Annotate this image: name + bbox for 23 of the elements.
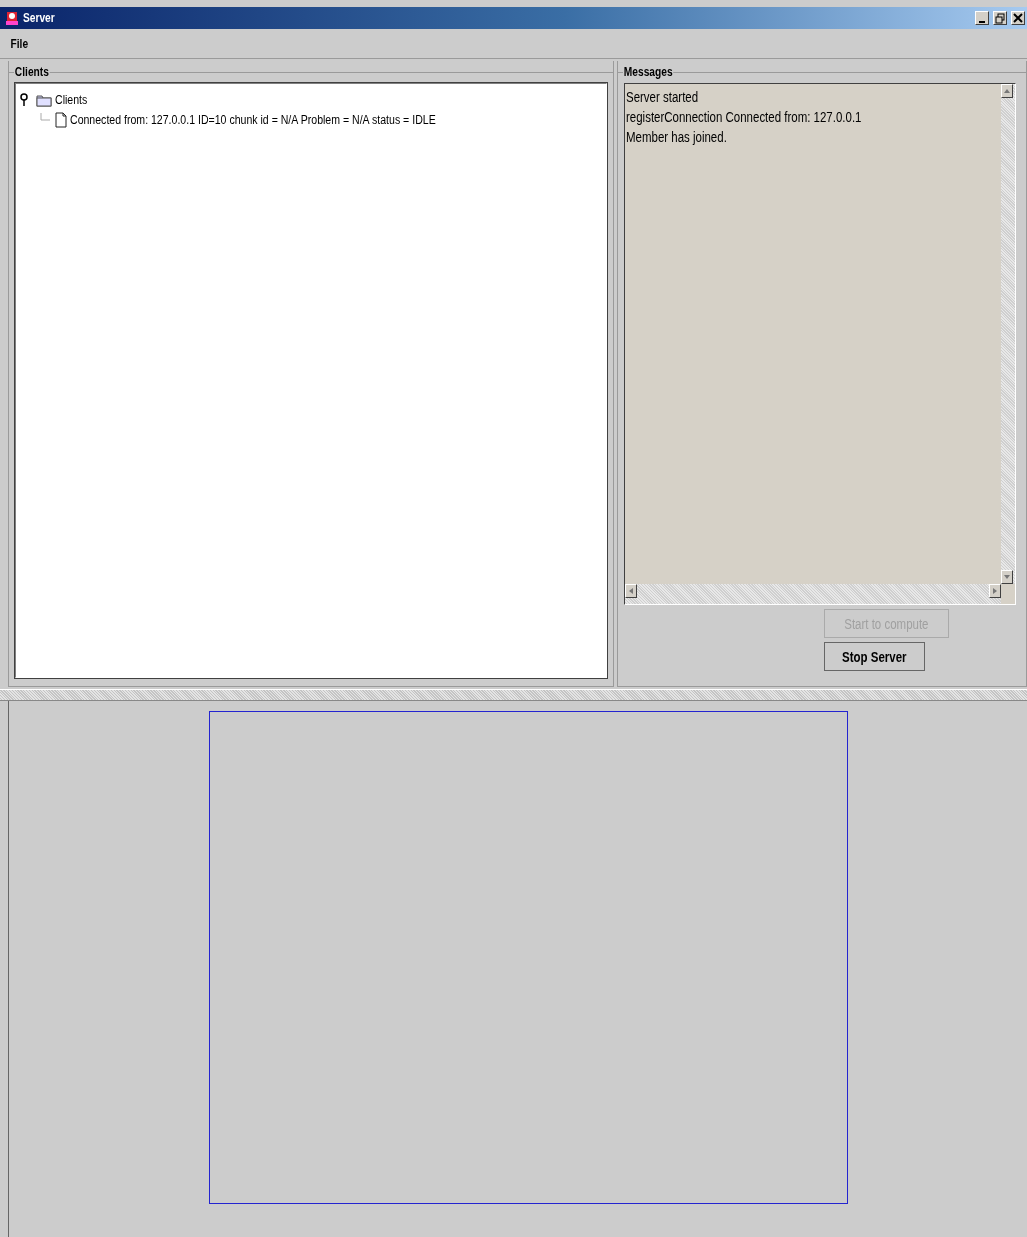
action-button[interactable]: Stop Server (824, 642, 925, 671)
panel-title: Clients (14, 65, 50, 79)
close-icon (1013, 13, 1023, 23)
vertical-scrollbar[interactable] (1001, 84, 1015, 584)
window-title: Server (23, 11, 55, 25)
tree-item[interactable]: Clients (55, 93, 88, 107)
message-line: registerConnection Connected from: 127.0.0.1 (626, 108, 863, 127)
restore-icon (995, 12, 1005, 24)
arrow-icon (1003, 88, 1011, 94)
file-icon (55, 112, 67, 128)
close-button[interactable] (1011, 11, 1025, 25)
app-icon (4, 10, 20, 26)
menu-item[interactable]: File (8, 34, 31, 53)
arrow-icon (628, 587, 634, 595)
message-line: Server started (626, 88, 700, 107)
horizontal-scrollbar[interactable] (625, 584, 1001, 604)
tree-item[interactable]: Connected from: 127.0.0.1 ID=10 chunk id = N/A Problem = N/A status = IDLE (70, 113, 436, 127)
panel-title: Messages (623, 65, 674, 79)
minimize-button[interactable] (975, 11, 989, 25)
minimize-icon (979, 20, 985, 23)
folder-icon (36, 93, 52, 107)
maximize-button[interactable] (993, 11, 1007, 25)
message-line: Member has joined. (626, 128, 728, 147)
